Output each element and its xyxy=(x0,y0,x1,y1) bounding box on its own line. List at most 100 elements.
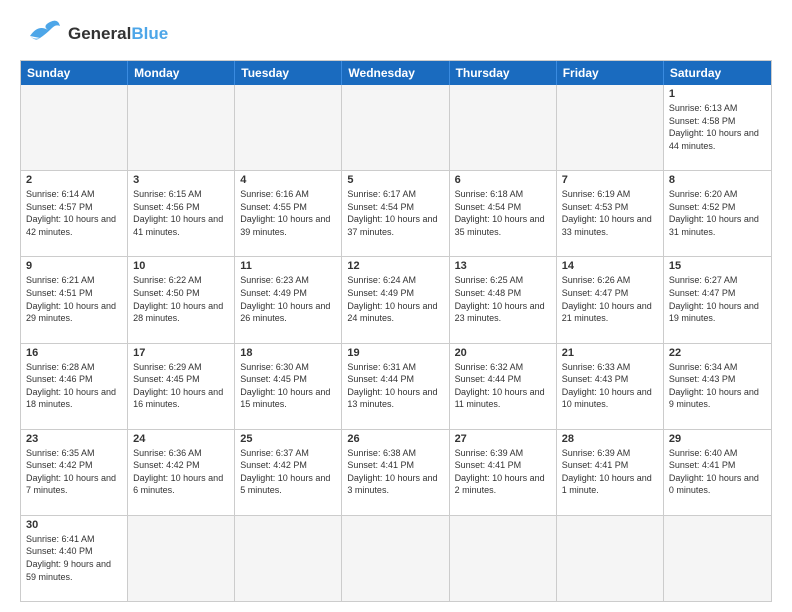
cell-info: Sunrise: 6:27 AMSunset: 4:47 PMDaylight:… xyxy=(669,274,766,324)
calendar-cell-0-4 xyxy=(450,85,557,170)
calendar-body: 1Sunrise: 6:13 AMSunset: 4:58 PMDaylight… xyxy=(21,85,771,601)
calendar-cell-1-5: 7 Sunrise: 6:19 AMSunset: 4:53 PMDaylight… xyxy=(557,171,664,256)
calendar-cell-3-3: 19 Sunrise: 6:31 AMSunset: 4:44 PMDayligh… xyxy=(342,344,449,429)
cell-info: Sunrise: 6:41 AMSunset: 4:40 PMDaylight:… xyxy=(26,533,122,583)
day-number: 2 xyxy=(26,174,122,186)
calendar-cell-1-6: 8Sunrise: 6:20 AMSunset: 4:52 PMDaylight… xyxy=(664,171,771,256)
cell-info: Sunrise: 6:25 AMSunset: 4:48 PMDaylight:… xyxy=(455,274,551,324)
calendar-cell-5-0: 30 Sunrise: 6:41 AMSunset: 4:40 PMDayligh… xyxy=(21,516,128,601)
weekday-thursday: Thursday xyxy=(450,61,557,85)
day-number: 19 xyxy=(347,347,443,359)
calendar-cell-4-2: 25 Sunrise: 6:37 AMSunset: 4:42 PMDayligh… xyxy=(235,430,342,515)
day-number: 9 xyxy=(26,260,122,272)
calendar-cell-4-1: 24 Sunrise: 6:36 AMSunset: 4:42 PMDayligh… xyxy=(128,430,235,515)
calendar-cell-0-6: 1Sunrise: 6:13 AMSunset: 4:58 PMDaylight… xyxy=(664,85,771,170)
calendar-cell-5-3 xyxy=(342,516,449,601)
cell-info: Sunrise: 6:13 AMSunset: 4:58 PMDaylight:… xyxy=(669,102,766,152)
cell-info: Sunrise: 6:26 AMSunset: 4:47 PMDaylight:… xyxy=(562,274,658,324)
day-number: 23 xyxy=(26,433,122,445)
day-number: 13 xyxy=(455,260,551,272)
calendar-cell-2-4: 13 Sunrise: 6:25 AMSunset: 4:48 PMDayligh… xyxy=(450,257,557,342)
calendar-cell-4-6: 29 Sunrise: 6:40 AMSunset: 4:41 PMDayligh… xyxy=(664,430,771,515)
calendar-cell-4-3: 26Sunrise: 6:38 AMSunset: 4:41 PMDayligh… xyxy=(342,430,449,515)
calendar-cell-0-0 xyxy=(21,85,128,170)
cell-info: Sunrise: 6:31 AMSunset: 4:44 PMDaylight:… xyxy=(347,361,443,411)
header: GeneralBlue xyxy=(20,16,772,52)
calendar-cell-1-0: 2 Sunrise: 6:14 AMSunset: 4:57 PMDaylight… xyxy=(21,171,128,256)
day-number: 24 xyxy=(133,433,229,445)
cell-info: Sunrise: 6:30 AMSunset: 4:45 PMDaylight:… xyxy=(240,361,336,411)
cell-info: Sunrise: 6:24 AMSunset: 4:49 PMDaylight:… xyxy=(347,274,443,324)
day-number: 20 xyxy=(455,347,551,359)
calendar-cell-1-1: 3Sunrise: 6:15 AMSunset: 4:56 PMDaylight… xyxy=(128,171,235,256)
weekday-sunday: Sunday xyxy=(21,61,128,85)
day-number: 30 xyxy=(26,519,122,531)
calendar-week-5: 30 Sunrise: 6:41 AMSunset: 4:40 PMDayligh… xyxy=(21,516,771,601)
cell-info: Sunrise: 6:39 AMSunset: 4:41 PMDaylight:… xyxy=(562,447,658,497)
cell-info: Sunrise: 6:36 AMSunset: 4:42 PMDaylight:… xyxy=(133,447,229,497)
calendar-cell-5-5 xyxy=(557,516,664,601)
calendar-cell-3-1: 17Sunrise: 6:29 AMSunset: 4:45 PMDayligh… xyxy=(128,344,235,429)
weekday-monday: Monday xyxy=(128,61,235,85)
logo-text: GeneralBlue xyxy=(68,24,168,44)
day-number: 12 xyxy=(347,260,443,272)
weekday-friday: Friday xyxy=(557,61,664,85)
calendar-cell-5-4 xyxy=(450,516,557,601)
weekday-saturday: Saturday xyxy=(664,61,771,85)
cell-info: Sunrise: 6:32 AMSunset: 4:44 PMDaylight:… xyxy=(455,361,551,411)
calendar-cell-4-0: 23 Sunrise: 6:35 AMSunset: 4:42 PMDayligh… xyxy=(21,430,128,515)
cell-info: Sunrise: 6:14 AMSunset: 4:57 PMDaylight:… xyxy=(26,188,122,238)
calendar-cell-0-3 xyxy=(342,85,449,170)
day-number: 10 xyxy=(133,260,229,272)
cell-info: Sunrise: 6:33 AMSunset: 4:43 PMDaylight:… xyxy=(562,361,658,411)
cell-info: Sunrise: 6:22 AMSunset: 4:50 PMDaylight:… xyxy=(133,274,229,324)
day-number: 21 xyxy=(562,347,658,359)
page: GeneralBlue Sunday Monday Tuesday Wednes… xyxy=(0,0,792,612)
day-number: 15 xyxy=(669,260,766,272)
logo: GeneralBlue xyxy=(20,16,168,52)
calendar-cell-2-6: 15 Sunrise: 6:27 AMSunset: 4:47 PMDayligh… xyxy=(664,257,771,342)
cell-info: Sunrise: 6:40 AMSunset: 4:41 PMDaylight:… xyxy=(669,447,766,497)
day-number: 14 xyxy=(562,260,658,272)
calendar-cell-3-4: 20 Sunrise: 6:32 AMSunset: 4:44 PMDayligh… xyxy=(450,344,557,429)
cell-info: Sunrise: 6:19 AMSunset: 4:53 PMDaylight:… xyxy=(562,188,658,238)
day-number: 4 xyxy=(240,174,336,186)
calendar-cell-5-1 xyxy=(128,516,235,601)
calendar: Sunday Monday Tuesday Wednesday Thursday… xyxy=(20,60,772,602)
calendar-cell-3-6: 22Sunrise: 6:34 AMSunset: 4:43 PMDayligh… xyxy=(664,344,771,429)
calendar-cell-3-5: 21 Sunrise: 6:33 AMSunset: 4:43 PMDayligh… xyxy=(557,344,664,429)
calendar-header: Sunday Monday Tuesday Wednesday Thursday… xyxy=(21,61,771,85)
calendar-cell-4-5: 28Sunrise: 6:39 AMSunset: 4:41 PMDayligh… xyxy=(557,430,664,515)
calendar-cell-3-0: 16 Sunrise: 6:28 AMSunset: 4:46 PMDayligh… xyxy=(21,344,128,429)
cell-info: Sunrise: 6:18 AMSunset: 4:54 PMDaylight:… xyxy=(455,188,551,238)
day-number: 8 xyxy=(669,174,766,186)
calendar-week-4: 23 Sunrise: 6:35 AMSunset: 4:42 PMDayligh… xyxy=(21,430,771,516)
calendar-cell-0-5 xyxy=(557,85,664,170)
calendar-cell-2-5: 14 Sunrise: 6:26 AMSunset: 4:47 PMDayligh… xyxy=(557,257,664,342)
cell-info: Sunrise: 6:37 AMSunset: 4:42 PMDaylight:… xyxy=(240,447,336,497)
cell-info: Sunrise: 6:17 AMSunset: 4:54 PMDaylight:… xyxy=(347,188,443,238)
cell-info: Sunrise: 6:35 AMSunset: 4:42 PMDaylight:… xyxy=(26,447,122,497)
cell-info: Sunrise: 6:39 AMSunset: 4:41 PMDaylight:… xyxy=(455,447,551,497)
weekday-tuesday: Tuesday xyxy=(235,61,342,85)
day-number: 7 xyxy=(562,174,658,186)
day-number: 29 xyxy=(669,433,766,445)
day-number: 16 xyxy=(26,347,122,359)
calendar-cell-0-1 xyxy=(128,85,235,170)
day-number: 17 xyxy=(133,347,229,359)
day-number: 25 xyxy=(240,433,336,445)
calendar-cell-5-2 xyxy=(235,516,342,601)
cell-info: Sunrise: 6:28 AMSunset: 4:46 PMDaylight:… xyxy=(26,361,122,411)
calendar-week-1: 2 Sunrise: 6:14 AMSunset: 4:57 PMDaylight… xyxy=(21,171,771,257)
calendar-cell-4-4: 27Sunrise: 6:39 AMSunset: 4:41 PMDayligh… xyxy=(450,430,557,515)
cell-info: Sunrise: 6:38 AMSunset: 4:41 PMDaylight:… xyxy=(347,447,443,497)
calendar-cell-3-2: 18 Sunrise: 6:30 AMSunset: 4:45 PMDayligh… xyxy=(235,344,342,429)
calendar-cell-1-4: 6Sunrise: 6:18 AMSunset: 4:54 PMDaylight… xyxy=(450,171,557,256)
day-number: 18 xyxy=(240,347,336,359)
calendar-cell-1-3: 5Sunrise: 6:17 AMSunset: 4:54 PMDaylight… xyxy=(342,171,449,256)
weekday-wednesday: Wednesday xyxy=(342,61,449,85)
calendar-cell-2-2: 11Sunrise: 6:23 AMSunset: 4:49 PMDayligh… xyxy=(235,257,342,342)
cell-info: Sunrise: 6:16 AMSunset: 4:55 PMDaylight:… xyxy=(240,188,336,238)
calendar-week-0: 1Sunrise: 6:13 AMSunset: 4:58 PMDaylight… xyxy=(21,85,771,171)
cell-info: Sunrise: 6:23 AMSunset: 4:49 PMDaylight:… xyxy=(240,274,336,324)
